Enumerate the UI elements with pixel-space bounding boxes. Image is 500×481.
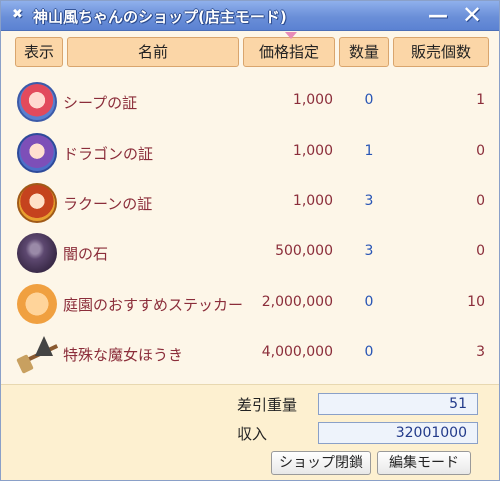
- item-price: 2,000,000: [261, 294, 333, 310]
- item-sold: 0: [476, 193, 485, 209]
- item-row[interactable]: ドラゴンの証 1,000 1 0: [11, 128, 491, 178]
- header-sold[interactable]: 販売個数: [393, 37, 489, 67]
- window-title: 神山風ちゃんのショップ(店主モード): [33, 8, 287, 26]
- item-sold: 3: [476, 344, 485, 360]
- header-price[interactable]: 価格指定: [243, 37, 335, 67]
- header-qty[interactable]: 数量: [339, 37, 389, 67]
- close-button[interactable]: ✕: [461, 3, 483, 27]
- item-qty: 0: [364, 344, 374, 360]
- item-row[interactable]: 庭園のおすすめステッカー 2,000,000 0 10: [11, 279, 491, 329]
- edit-mode-button[interactable]: 編集モード: [377, 451, 471, 475]
- item-qty: 0: [364, 92, 374, 108]
- shop-window: ✖ 神山風ちゃんのショップ(店主モード) — ✕ 表示 名前 価格指定 数量 販…: [0, 0, 500, 481]
- income-label: 収入: [237, 425, 268, 443]
- item-sold: 1: [476, 92, 485, 108]
- witch-hat-icon: [35, 336, 53, 356]
- weight-value: 51: [318, 393, 478, 415]
- item-qty: 1: [364, 143, 374, 159]
- header-display[interactable]: 表示: [15, 37, 63, 67]
- close-shop-button[interactable]: ショップ閉鎖: [271, 451, 371, 475]
- item-price: 1,000: [292, 92, 333, 108]
- sticker-icon: [17, 284, 57, 324]
- item-row[interactable]: ラクーンの証 1,000 3 0: [11, 178, 491, 228]
- item-name: 特殊な魔女ほうき: [63, 346, 184, 364]
- minimize-button[interactable]: —: [427, 4, 449, 26]
- item-row[interactable]: 特殊な魔女ほうき 4,000,000 0 3: [11, 329, 491, 379]
- item-row[interactable]: 闇の石 500,000 3 0: [11, 228, 491, 278]
- item-sold: 0: [476, 143, 485, 159]
- header-name[interactable]: 名前: [67, 37, 239, 67]
- item-price: 1,000: [292, 143, 333, 159]
- girl-orange-hair-portrait-icon: [17, 183, 57, 223]
- item-name: 闇の石: [63, 245, 109, 263]
- girl-purple-hair-portrait-icon: [17, 133, 57, 173]
- title-bar[interactable]: ✖ 神山風ちゃんのショップ(店主モード) — ✕: [1, 1, 499, 31]
- item-name: ラクーンの証: [63, 195, 153, 213]
- item-name: ドラゴンの証: [63, 145, 154, 163]
- weight-label: 差引重量: [237, 396, 298, 414]
- item-price: 500,000: [275, 243, 333, 259]
- girl-red-hair-portrait-icon: [17, 82, 57, 122]
- item-qty: 3: [364, 243, 374, 259]
- item-qty: 0: [364, 294, 374, 310]
- item-qty: 3: [364, 193, 374, 209]
- item-price: 4,000,000: [261, 344, 333, 360]
- item-sold: 0: [476, 243, 485, 259]
- sort-indicator-icon: [285, 32, 297, 39]
- shop-window-icon: ✖: [12, 7, 23, 22]
- witch-broom-icon: [16, 334, 59, 374]
- item-price: 1,000: [292, 193, 333, 209]
- income-value: 32001000: [318, 422, 478, 444]
- item-sold: 10: [467, 294, 485, 310]
- item-row[interactable]: シープの証 1,000 0 1: [11, 77, 491, 127]
- item-name: シープの証: [63, 94, 138, 112]
- dark-stone-icon: [17, 233, 57, 273]
